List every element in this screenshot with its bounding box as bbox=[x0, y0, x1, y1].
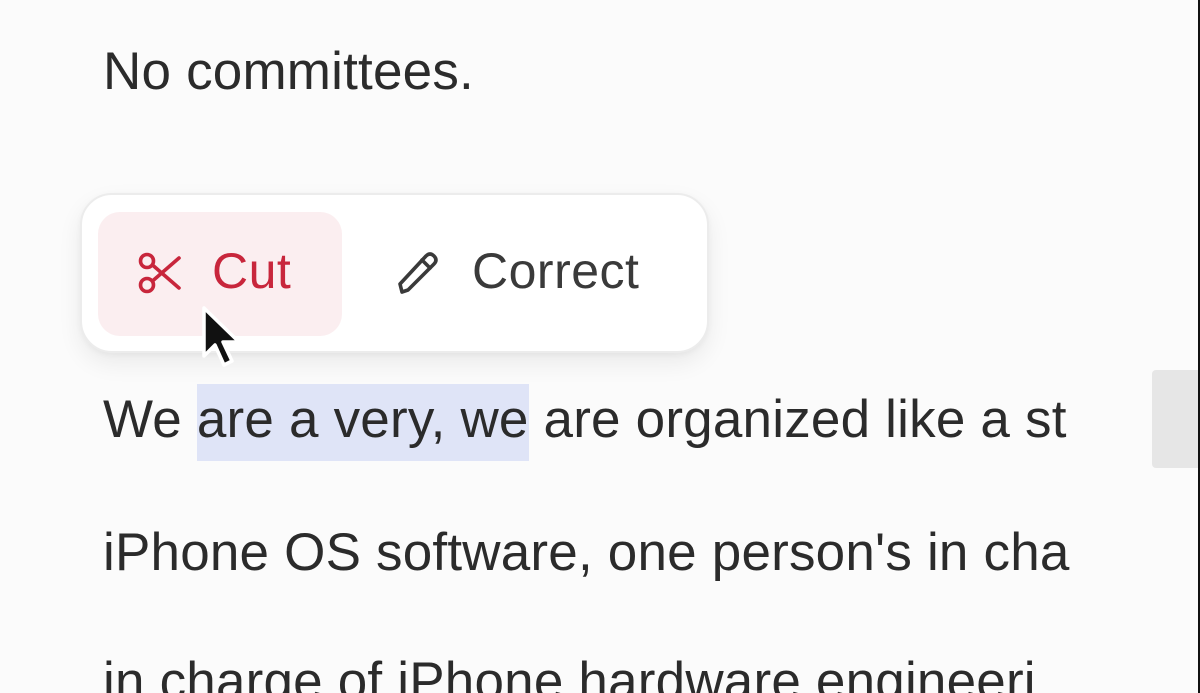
text-after-selection: are organized like a st bbox=[528, 390, 1067, 449]
selected-text[interactable]: are a very, we bbox=[196, 384, 529, 461]
transcript-line-selected[interactable]: We are a very, we are organized like a s… bbox=[103, 384, 1067, 461]
pencil-icon bbox=[398, 252, 438, 294]
line-highlight bbox=[1152, 370, 1198, 468]
transcript-line[interactable]: No committees. bbox=[103, 45, 474, 98]
mouse-pointer-icon bbox=[202, 306, 241, 367]
text-before-selection: We bbox=[103, 390, 197, 449]
transcript-editor: No committees. We are a very, we are org… bbox=[0, 0, 1198, 693]
scissors-icon bbox=[138, 252, 181, 294]
correct-button[interactable]: Correct bbox=[378, 212, 678, 336]
transcript-line[interactable]: iPhone OS software, one person's in cha bbox=[103, 526, 1070, 579]
transcript-line[interactable]: in charge of iPhone hardware engineeri bbox=[103, 655, 1036, 693]
correct-label: Correct bbox=[472, 243, 640, 299]
selection-popover: Cut Correct bbox=[80, 193, 709, 353]
cut-label: Cut bbox=[212, 243, 292, 299]
